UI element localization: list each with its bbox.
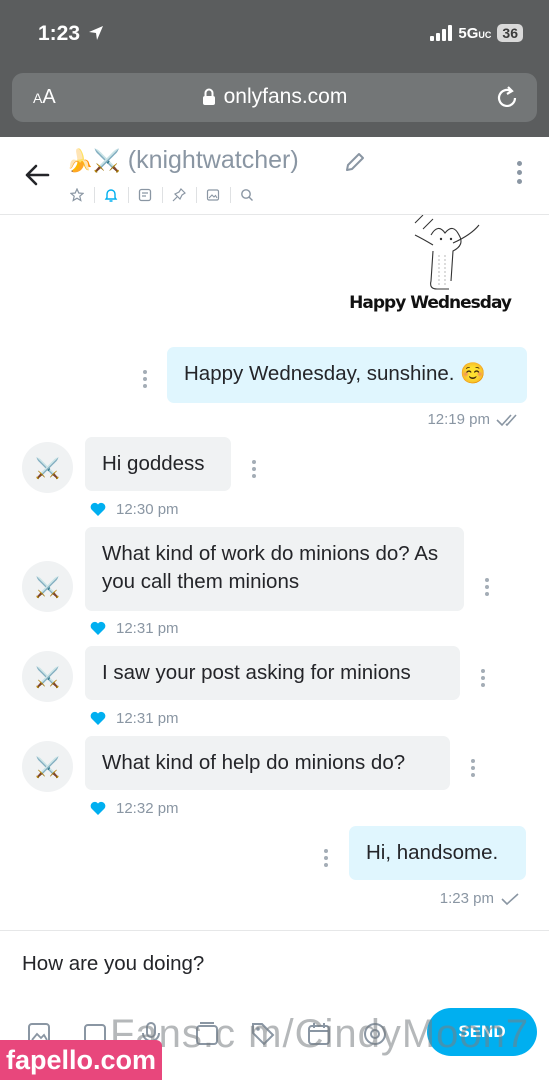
battery-icon: 36 [497,24,523,42]
lock-icon [202,88,215,105]
status-indicators: 5GUC 36 [430,24,523,42]
message-input[interactable] [22,949,522,979]
address-bar[interactable]: AA onlyfans.com [12,73,537,122]
network-label: 5GUC [458,24,492,42]
message-options-icon[interactable] [485,578,489,599]
avatar[interactable]: ⚔️ [22,651,73,702]
heart-icon[interactable] [90,801,106,816]
search-icon[interactable] [230,185,264,205]
message-time: 12:32 pm [116,800,179,817]
avatar[interactable]: ⚔️ [22,442,73,493]
chat-header: 🍌⚔️ (knightwatcher) [0,137,549,215]
browser-chrome: 1:23 5GUC 36 AA onlyfans.com [0,0,549,137]
outgoing-message[interactable]: Happy Wednesday, sunshine. ☺️ [167,347,527,403]
message-list[interactable]: Happy Wednesday Happy Wednesday, sunshin… [0,215,549,930]
message-meta: 12:31 pm [90,710,179,727]
watermark-text: Fans.c m/CindyMoon7 [110,1012,530,1056]
back-arrow-icon[interactable] [24,163,50,187]
more-options-icon[interactable] [517,161,523,188]
image-icon[interactable] [196,185,230,205]
bell-icon[interactable] [94,185,128,205]
incoming-message[interactable]: What kind of work do minions do? As you … [85,527,464,611]
message-time: 12:31 pm [116,620,179,637]
check-icon [501,892,519,905]
reload-icon[interactable] [495,85,519,111]
message-time: 1:23 pm [439,890,494,907]
chat-title[interactable]: 🍌⚔️ (knightwatcher) [66,146,299,175]
note-icon[interactable] [128,185,162,205]
sticker-caption: Happy Wednesday [349,293,512,313]
message-meta: 12:32 pm [90,800,179,817]
message-time: 12:19 pm [427,411,490,428]
incoming-message[interactable]: I saw your post asking for minions [85,646,460,700]
double-check-icon [496,413,517,426]
chat-username: (knightwatcher) [127,146,299,174]
status-time: 1:23 [38,22,81,45]
avatar[interactable]: ⚔️ [22,561,73,612]
location-arrow-icon [89,26,103,40]
message-meta: 1:23 pm [440,890,520,907]
message-meta: 12:19 pm [427,411,522,428]
message-meta: 12:30 pm [90,501,179,518]
heart-icon[interactable] [90,711,106,726]
message-options-icon[interactable] [252,460,256,481]
pin-icon[interactable] [162,185,196,205]
heart-icon[interactable] [90,502,106,517]
incoming-message[interactable]: What kind of help do minions do? [85,736,450,790]
incoming-message[interactable]: Hi goddess [85,437,231,491]
message-options-icon[interactable] [471,759,475,780]
heart-icon[interactable] [90,621,106,636]
outgoing-message[interactable]: Hi, handsome. [349,826,526,880]
url-text[interactable]: onlyfans.com [224,85,348,109]
chat-title-emoji: 🍌⚔️ [66,149,121,174]
message-options-icon[interactable] [143,370,147,391]
pencil-icon[interactable] [344,151,366,173]
message-time: 12:30 pm [116,501,179,518]
signal-icon [430,25,453,41]
avatar[interactable]: ⚔️ [22,741,73,792]
message-time: 12:31 pm [116,710,179,727]
chat-header-toolbar [60,185,264,205]
message-options-icon[interactable] [481,669,485,690]
watermark-badge: fapello.com [0,1040,162,1080]
message-options-icon[interactable] [324,849,328,870]
star-icon[interactable] [60,185,94,205]
message-meta: 12:31 pm [90,620,179,637]
